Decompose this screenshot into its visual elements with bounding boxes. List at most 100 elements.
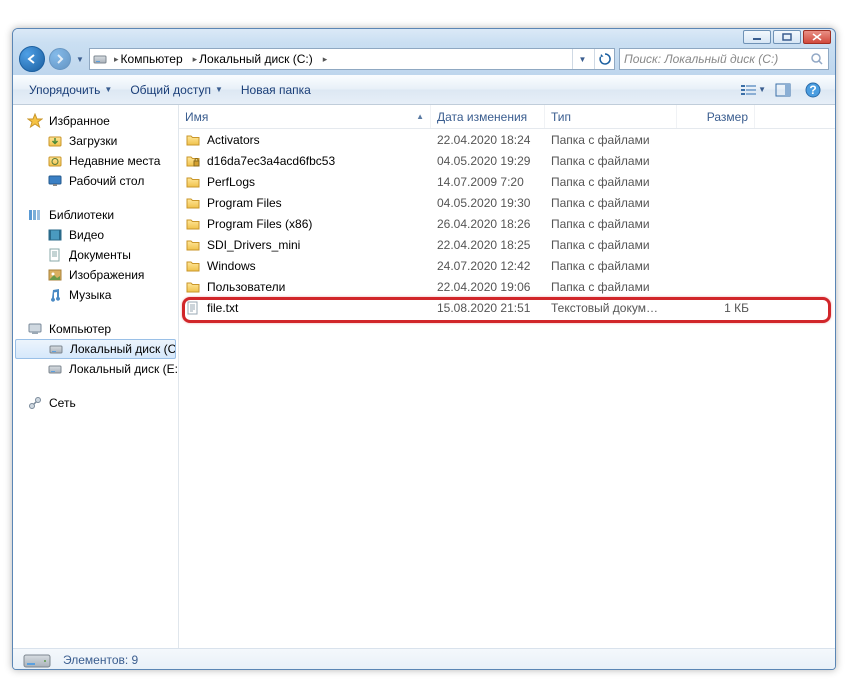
music-icon	[47, 287, 63, 303]
nav-group-computer: Компьютер Локальный диск (C:) Локальный …	[13, 319, 178, 379]
nav-downloads[interactable]: Загрузки	[13, 131, 178, 151]
chevron-down-icon: ▼	[215, 85, 223, 94]
address-bar[interactable]: ▸ Компьютер ▸ Локальный диск (C:) ▸ ▼	[89, 48, 615, 70]
file-date: 22.04.2020 18:25	[437, 238, 530, 252]
arrow-left-icon	[25, 52, 39, 66]
file-row[interactable]: file.txt15.08.2020 21:51Текстовый докум……	[179, 297, 835, 318]
toolbar: Упорядочить ▼ Общий доступ ▼ Новая папка…	[13, 75, 835, 105]
column-label: Размер	[707, 110, 748, 124]
nav-videos[interactable]: Видео	[13, 225, 178, 245]
view-mode-button[interactable]: ▼	[739, 79, 767, 101]
file-name: Program Files (x86)	[207, 217, 312, 231]
sort-asc-icon: ▲	[416, 112, 424, 121]
file-size: 1 КБ	[724, 301, 749, 315]
drive-icon	[47, 361, 63, 377]
share-label: Общий доступ	[130, 83, 211, 97]
nav-label: Музыка	[69, 288, 111, 302]
share-button[interactable]: Общий доступ ▼	[122, 79, 231, 101]
file-row[interactable]: Program Files (x86)26.04.2020 18:26Папка…	[179, 213, 835, 234]
nav-label: Компьютер	[49, 322, 111, 336]
column-label: Дата изменения	[437, 110, 527, 124]
file-row[interactable]: Пользователи22.04.2020 19:06Папка с файл…	[179, 276, 835, 297]
nav-music[interactable]: Музыка	[13, 285, 178, 305]
file-row[interactable]: SDI_Drivers_mini22.04.2020 18:25Папка с …	[179, 234, 835, 255]
text-icon	[185, 300, 201, 316]
breadcrumb-drive-c[interactable]: ▸ Локальный диск (C:)	[189, 49, 317, 69]
file-row[interactable]: Windows24.07.2020 12:42Папка с файлами	[179, 255, 835, 276]
maximize-button[interactable]	[773, 30, 801, 44]
file-name: file.txt	[207, 301, 238, 315]
status-bar: Элементов: 9	[13, 648, 835, 670]
file-date: 26.04.2020 18:26	[437, 217, 530, 231]
close-button[interactable]	[803, 30, 831, 44]
breadcrumb-label: Локальный диск (C:)	[199, 52, 313, 66]
file-row[interactable]: d16da7ec3a4acd6fbc5304.05.2020 19:29Папк…	[179, 150, 835, 171]
breadcrumb-computer[interactable]: ▸ Компьютер	[110, 49, 187, 69]
column-type[interactable]: Тип	[545, 105, 677, 128]
network-icon	[27, 395, 43, 411]
nav-recent[interactable]: Недавние места	[13, 151, 178, 171]
nav-history-dropdown[interactable]: ▼	[75, 48, 85, 70]
file-date: 24.07.2020 12:42	[437, 259, 530, 273]
chevron-right-icon: ▸	[114, 54, 119, 65]
svg-text:?: ?	[809, 83, 816, 97]
file-date: 15.08.2020 21:51	[437, 301, 530, 315]
nav-libraries[interactable]: Библиотеки	[13, 205, 178, 225]
column-size[interactable]: Размер	[677, 105, 755, 128]
recent-icon	[47, 153, 63, 169]
column-date[interactable]: Дата изменения	[431, 105, 545, 128]
forward-button[interactable]	[49, 48, 71, 70]
libraries-icon	[27, 207, 43, 223]
search-input[interactable]: Поиск: Локальный диск (C:)	[619, 48, 829, 70]
address-dropdown[interactable]: ▼	[572, 49, 592, 69]
nav-label: Видео	[69, 228, 104, 242]
file-row[interactable]: PerfLogs14.07.2009 7:20Папка с файлами	[179, 171, 835, 192]
minimize-button[interactable]	[743, 30, 771, 44]
nav-label: Загрузки	[69, 134, 117, 148]
nav-label: Документы	[69, 248, 131, 262]
nav-favorites[interactable]: Избранное	[13, 111, 178, 131]
nav-pictures[interactable]: Изображения	[13, 265, 178, 285]
file-type: Папка с файлами	[551, 175, 650, 189]
file-row[interactable]: Program Files04.05.2020 19:30Папка с фай…	[179, 192, 835, 213]
nav-documents[interactable]: Документы	[13, 245, 178, 265]
nav-drive-c[interactable]: Локальный диск (C:)	[15, 339, 176, 359]
address-row: ▼ ▸ Компьютер ▸ Локальный диск (C:) ▸ ▼ …	[13, 43, 835, 75]
explorer-window: ▼ ▸ Компьютер ▸ Локальный диск (C:) ▸ ▼ …	[12, 28, 836, 670]
folder-icon	[185, 279, 201, 295]
nav-computer[interactable]: Компьютер	[13, 319, 178, 339]
nav-desktop[interactable]: Рабочий стол	[13, 171, 178, 191]
file-name: Activators	[207, 133, 260, 147]
help-button[interactable]: ?	[799, 79, 827, 101]
search-icon	[810, 52, 824, 66]
nav-label: Рабочий стол	[69, 174, 144, 188]
preview-pane-button[interactable]	[769, 79, 797, 101]
file-list: Имя ▲ Дата изменения Тип Размер Activato…	[179, 105, 835, 648]
new-folder-label: Новая папка	[241, 83, 311, 97]
pane-icon	[775, 83, 791, 97]
nav-group-network: Сеть	[13, 393, 178, 413]
file-row[interactable]: Activators22.04.2020 18:24Папка с файлам…	[179, 129, 835, 150]
nav-label: Локальный диск (C:)	[70, 342, 176, 356]
status-count: Элементов: 9	[63, 653, 138, 667]
chevron-down-icon: ▼	[758, 85, 766, 94]
nav-network[interactable]: Сеть	[13, 393, 178, 413]
drive-icon	[48, 341, 64, 357]
titlebar	[13, 29, 835, 43]
back-button[interactable]	[19, 46, 45, 72]
drive-icon	[92, 51, 108, 67]
organize-button[interactable]: Упорядочить ▼	[21, 79, 120, 101]
column-name[interactable]: Имя ▲	[179, 105, 431, 128]
file-date: 14.07.2009 7:20	[437, 175, 524, 189]
nav-group-libraries: Библиотеки Видео Документы Изображения М…	[13, 205, 178, 305]
new-folder-button[interactable]: Новая папка	[233, 79, 319, 101]
file-name: Пользователи	[207, 280, 285, 294]
nav-drive-e[interactable]: Локальный диск (E:)	[13, 359, 178, 379]
refresh-button[interactable]	[594, 49, 614, 69]
video-icon	[47, 227, 63, 243]
folder-icon	[185, 174, 201, 190]
file-name: d16da7ec3a4acd6fbc53	[207, 154, 335, 168]
navigation-pane[interactable]: Избранное Загрузки Недавние места Рабочи…	[13, 105, 179, 648]
help-icon: ?	[805, 82, 821, 98]
arrow-right-icon	[54, 53, 66, 65]
